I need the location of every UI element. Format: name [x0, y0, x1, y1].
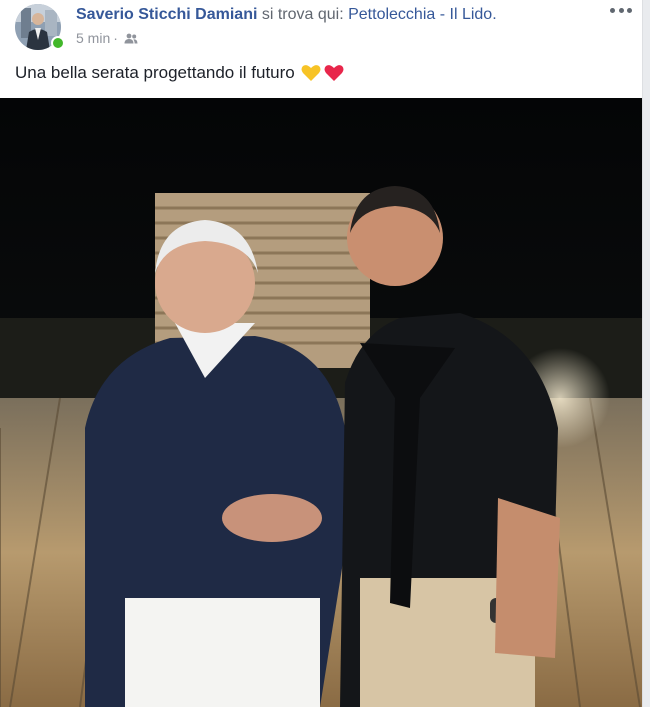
post-meta: 5 min · — [76, 29, 138, 47]
more-options-button[interactable] — [610, 3, 632, 17]
meta-separator: · — [113, 30, 118, 46]
author-avatar[interactable] — [15, 4, 65, 50]
post-message-text: Una bella serata progettando il futuro — [15, 63, 295, 82]
post-timestamp[interactable]: 5 min — [76, 29, 110, 47]
friends-icon[interactable] — [124, 33, 138, 44]
checkin-text: si trova qui: — [257, 6, 349, 23]
post-photo[interactable] — [0, 98, 642, 707]
red-heart-icon — [324, 64, 344, 82]
author-name-link[interactable]: Saverio Sticchi Damiani — [76, 6, 257, 23]
post-message: Una bella serata progettando il futuro — [15, 62, 344, 84]
post-card: Saverio Sticchi Damiani si trova qui: Pe… — [0, 0, 643, 707]
more-options-dot — [627, 7, 632, 13]
more-options-icon — [610, 7, 615, 13]
place-link[interactable]: Pettolecchia - Il Lido. — [348, 6, 497, 23]
more-options-dot — [618, 7, 624, 13]
post-header-line: Saverio Sticchi Damiani si trova qui: Pe… — [76, 5, 497, 25]
yellow-heart-icon — [301, 64, 321, 82]
post-header: Saverio Sticchi Damiani si trova qui: Pe… — [0, 0, 642, 98]
online-status-dot — [51, 36, 65, 50]
